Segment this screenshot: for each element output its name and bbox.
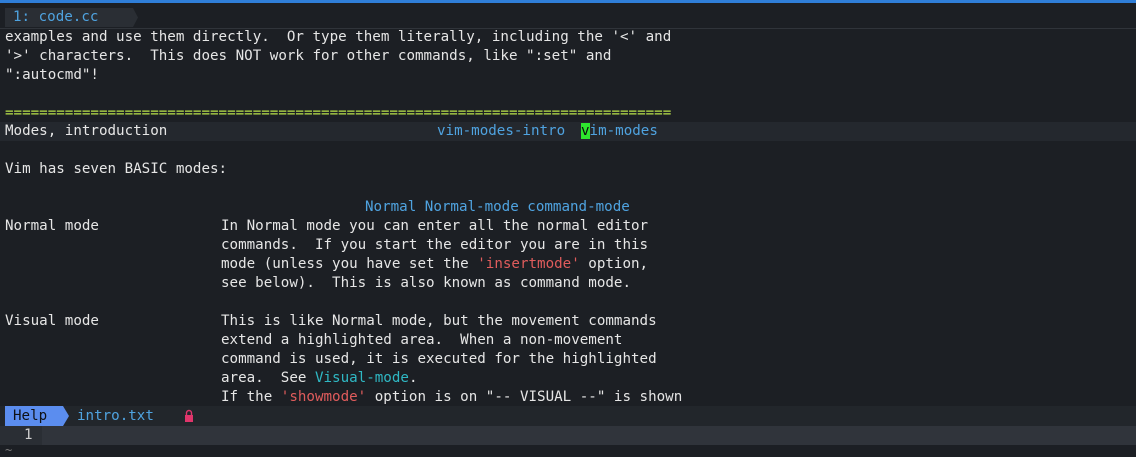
- normal-desc-3: mode (unless you have set the 'insertmod…: [221, 255, 648, 274]
- statusline: Help intro.txt: [0, 406, 1136, 426]
- line-number: 1: [24, 427, 33, 443]
- visual-desc-5: If the 'showmode' option is on "-- VISUA…: [221, 388, 682, 407]
- tag-vim-modes-rest: im-modes: [589, 123, 658, 139]
- tab-code-cc[interactable]: 1: code.cc: [5, 8, 138, 27]
- tab-number: 1:: [13, 9, 31, 25]
- normal-desc-2: commands. If you start the editor you ar…: [221, 237, 649, 253]
- visual-desc-2: extend a highlighted area. When a non-mo…: [221, 332, 623, 348]
- visual-desc-4: area. See Visual-mode.: [221, 369, 417, 388]
- normal-desc-3-pre: mode (unless you have set the: [221, 256, 478, 272]
- tag-vim-modes[interactable]: vim-modes: [581, 122, 658, 141]
- window-top-border: [0, 0, 1136, 3]
- mode-indicator: Help: [5, 406, 69, 426]
- visual-desc-5-pre: If the: [221, 389, 281, 405]
- option-showmode[interactable]: 'showmode': [281, 389, 366, 405]
- modes-intro-line: Vim has seven BASIC modes:: [5, 161, 228, 177]
- tags-normal-mode[interactable]: Normal Normal-mode command-mode: [365, 198, 630, 217]
- status-filename: intro.txt: [77, 408, 154, 424]
- normal-desc-3-post: option,: [579, 256, 649, 272]
- normal-desc-4: see below). This is also known as comman…: [221, 275, 631, 291]
- text-line-3: ":autocmd"!: [5, 67, 99, 83]
- visual-desc-4-pre: area. See: [221, 370, 315, 386]
- command-line-current: [42, 426, 1136, 445]
- normal-desc-1: In Normal mode you can enter all the nor…: [221, 218, 649, 234]
- text-line-2: '>' characters. This does NOT work for o…: [5, 48, 612, 64]
- text-line-1: examples and use them directly. Or type …: [5, 29, 672, 45]
- empty-line-tilde: ~: [5, 443, 13, 457]
- tab-filename: code.cc: [38, 9, 99, 25]
- link-visual-mode[interactable]: Visual-mode: [315, 370, 409, 386]
- mode-label: Help: [13, 408, 48, 424]
- lock-icon: [185, 409, 193, 422]
- normal-mode-label: Normal mode: [5, 218, 99, 234]
- visual-desc-1: This is like Normal mode, but the moveme…: [221, 313, 657, 329]
- tag-vim-modes-intro[interactable]: vim-modes-intro: [437, 122, 565, 141]
- bottom-strip: [0, 445, 1136, 454]
- text-cursor: v: [581, 123, 590, 139]
- command-line[interactable]: 1: [0, 426, 1136, 445]
- visual-desc-3: command is used, it is executed for the …: [221, 351, 657, 367]
- visual-desc-5-post: option is on "-- VISUAL --" is shown: [366, 389, 683, 405]
- visual-desc-4-post: .: [408, 370, 418, 386]
- tabline: 1: code.cc: [0, 8, 1136, 27]
- visual-mode-label: Visual mode: [5, 313, 99, 329]
- option-insertmode[interactable]: 'insertmode': [477, 256, 580, 272]
- cursor-line-highlight: [0, 122, 1136, 141]
- section-heading: Modes, introduction: [5, 123, 168, 139]
- section-separator: ========================================…: [5, 105, 672, 121]
